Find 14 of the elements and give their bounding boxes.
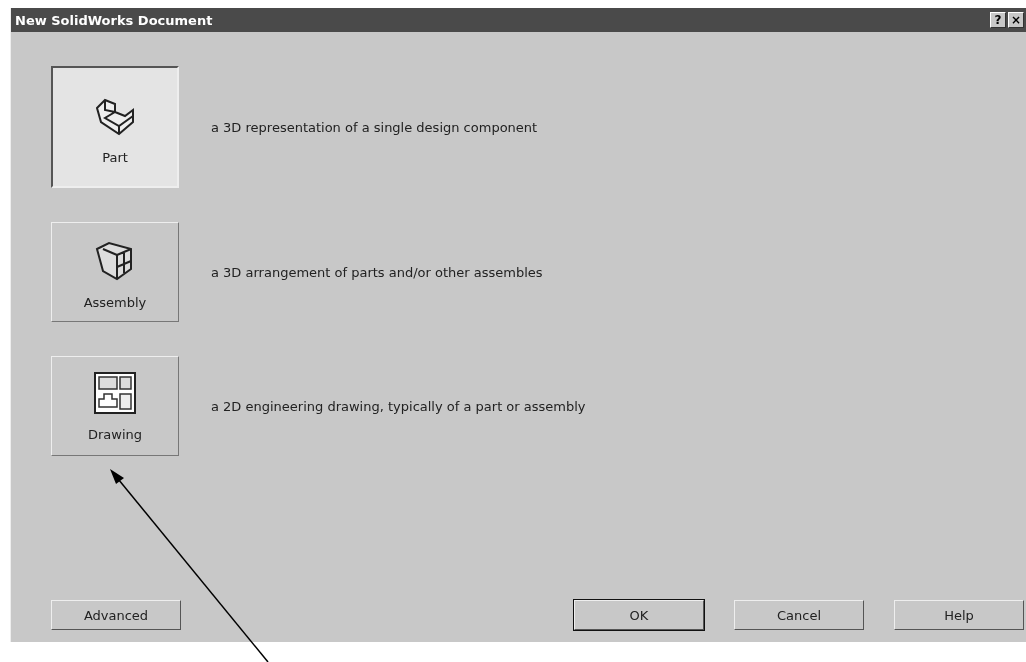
template-button[interactable]: Assembly [51,222,179,322]
dialog-button[interactable]: Help [894,600,1024,630]
template-description: a 2D engineering drawing, typically of a part or assembly [211,398,586,414]
template-button[interactable]: Drawing [51,356,179,456]
template-description: a 3D arrangement of parts and/or other assembles [211,264,543,280]
dialog-button[interactable]: OK [574,600,704,630]
help-button[interactable]: ? [990,12,1006,28]
window-title: New SolidWorks Document [15,12,213,28]
template-description: a 3D representation of a single design component [211,119,538,135]
template-button[interactable]: Part [51,66,179,188]
dialog-button[interactable]: Cancel [734,600,864,630]
dialog-button[interactable]: Advanced [51,600,181,630]
drawing-sheet-icon [93,370,137,415]
close-button[interactable]: × [1008,12,1024,28]
